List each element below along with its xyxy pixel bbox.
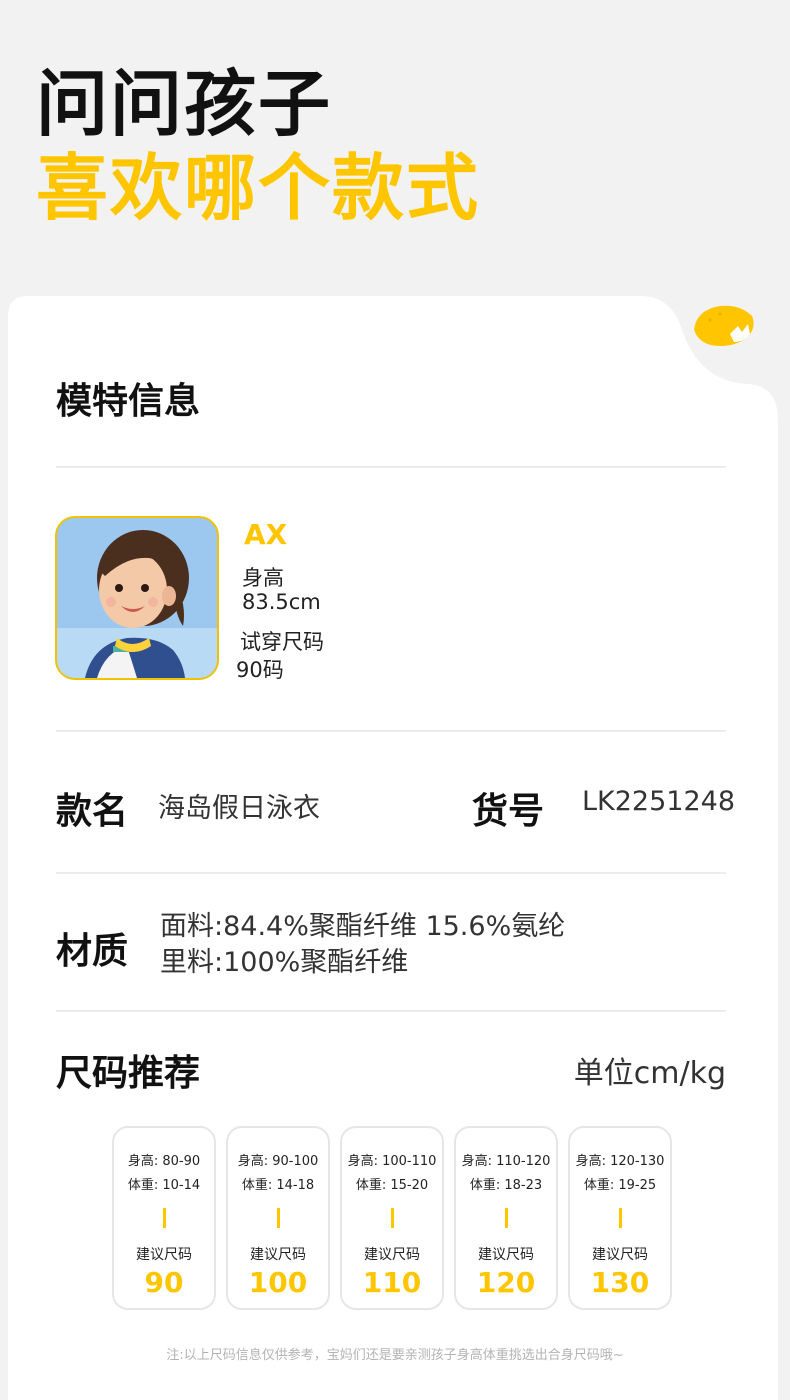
- model-avatar: [55, 516, 219, 680]
- size-height: 身高: 120-130: [575, 1154, 665, 1169]
- model-size-value: 90码: [236, 658, 284, 682]
- size-value: 110: [362, 1266, 422, 1299]
- divider: [56, 1010, 726, 1012]
- sku-label: 货号: [472, 791, 545, 832]
- size-height: 身高: 90-100: [237, 1154, 319, 1169]
- divider: [56, 730, 726, 732]
- size-weight: 体重: 15-20: [355, 1178, 429, 1193]
- product-name-value: 海岛假日泳衣: [158, 793, 320, 824]
- size-card: 身高: 80-90 体重: 10-14 建议尺码 90: [112, 1126, 216, 1310]
- size-height: 身高: 100-110: [347, 1154, 437, 1169]
- size-divider-bar: [505, 1208, 508, 1228]
- material-fabric: 面料:84.4%聚酯纤维 15.6%氨纶: [160, 911, 566, 942]
- size-weight: 体重: 14-18: [241, 1178, 315, 1193]
- size-weight: 体重: 10-14: [127, 1178, 201, 1193]
- size-height: 身高: 80-90: [127, 1154, 201, 1169]
- size-card: 身高: 100-110 体重: 15-20 建议尺码 110: [340, 1126, 444, 1310]
- size-value: 130: [590, 1266, 650, 1299]
- model-height-value: 83.5cm: [242, 590, 321, 614]
- size-value: 90: [144, 1266, 184, 1299]
- product-name-label: 款名: [56, 791, 129, 832]
- size-suggest-label: 建议尺码: [136, 1247, 192, 1263]
- size-weight: 体重: 18-23: [469, 1178, 543, 1193]
- size-suggest-label: 建议尺码: [250, 1247, 306, 1263]
- size-divider-bar: [277, 1208, 280, 1228]
- size-card: 身高: 120-130 体重: 19-25 建议尺码 130: [568, 1126, 672, 1310]
- material-label: 材质: [56, 931, 129, 972]
- model-name: AX: [244, 518, 288, 551]
- size-suggest-label: 建议尺码: [478, 1247, 534, 1263]
- size-weight: 体重: 19-25: [583, 1178, 657, 1193]
- model-size-label: 试穿尺码: [240, 630, 324, 654]
- size-divider-bar: [163, 1208, 166, 1228]
- divider: [56, 466, 726, 468]
- size-height: 身高: 110-120: [461, 1154, 551, 1169]
- unit-label: 单位cm/kg: [573, 1056, 726, 1091]
- size-divider-bar: [619, 1208, 622, 1228]
- model-info-title: 模特信息: [56, 381, 201, 422]
- size-card: 身高: 110-120 体重: 18-23 建议尺码 120: [454, 1126, 558, 1310]
- size-value: 120: [476, 1266, 536, 1299]
- size-card: 身高: 90-100 体重: 14-18 建议尺码 100: [226, 1126, 330, 1310]
- material-lining: 里料:100%聚酯纤维: [160, 947, 409, 978]
- size-divider-bar: [391, 1208, 394, 1228]
- lemon-icon: [694, 305, 754, 346]
- sku-value: LK2251248: [582, 786, 735, 817]
- size-suggest-label: 建议尺码: [592, 1247, 648, 1263]
- size-recommend-title: 尺码推荐: [56, 1053, 201, 1094]
- size-value: 100: [248, 1266, 308, 1299]
- size-suggest-label: 建议尺码: [364, 1247, 420, 1263]
- model-height-label: 身高: [242, 566, 284, 590]
- footnote: 注:以上尺码信息仅供参考，宝妈们还是要亲测孩子身高体重挑选出合身尺码哦~: [166, 1348, 624, 1363]
- divider: [56, 872, 726, 874]
